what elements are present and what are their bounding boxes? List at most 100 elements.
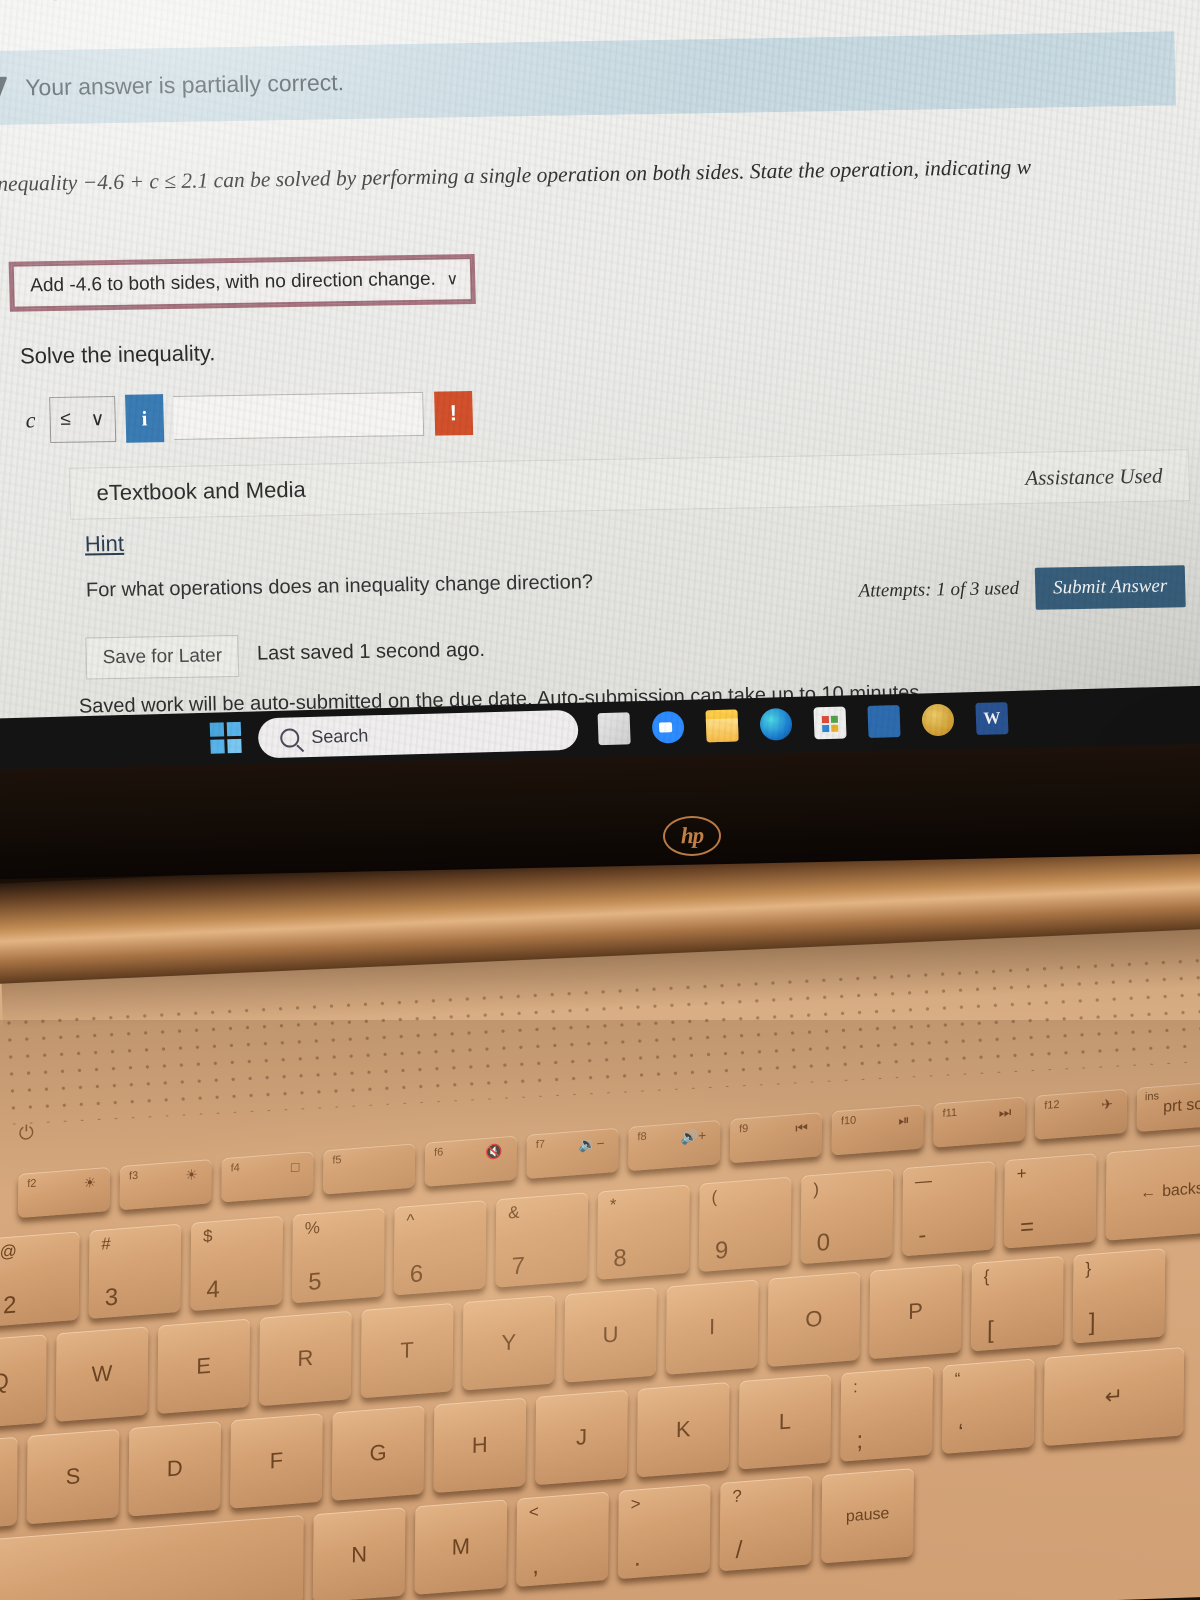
key-o[interactable]: O [767, 1271, 861, 1368]
key-main-label: pause [845, 1505, 890, 1526]
windows-start-icon[interactable] [209, 721, 245, 757]
key-shift-label: @ [0, 1241, 17, 1262]
backspace-icon: ← [1140, 1183, 1157, 1202]
mute-key[interactable]: f6 🔇 [424, 1135, 517, 1187]
key-m[interactable]: M [414, 1499, 508, 1595]
key-2[interactable]: @ 2 [0, 1231, 80, 1327]
key-shift-label: > [630, 1494, 641, 1514]
key-w[interactable]: W [55, 1326, 149, 1422]
key-quote[interactable]: “ ‘ [941, 1358, 1035, 1454]
brightness-down-key[interactable]: f2 ☀ [17, 1166, 111, 1219]
key-period[interactable]: > . [617, 1483, 711, 1580]
key-spacebar-left[interactable] [0, 1515, 304, 1600]
key-n[interactable]: N [312, 1507, 406, 1600]
key-shift-label: “ [954, 1369, 961, 1389]
key-shift-label: & [508, 1202, 520, 1223]
next-track-icon: ⏭ [998, 1103, 1012, 1121]
key-a[interactable]: A [0, 1436, 18, 1533]
play-pause-key[interactable]: f10 ⏯ [831, 1104, 924, 1156]
key-fn-label: f3 [128, 1169, 139, 1183]
key-e[interactable]: E [157, 1318, 251, 1414]
key-fn-label: f2 [27, 1177, 37, 1191]
next-track-key[interactable]: f11 ⏭ [933, 1096, 1026, 1148]
key-minus[interactable]: — - [902, 1160, 995, 1257]
blue-app-icon[interactable] [867, 705, 901, 738]
key-0[interactable]: ) 0 [800, 1168, 894, 1265]
airplane-mode-key[interactable]: f12 ✈ [1034, 1088, 1128, 1140]
etextbook-bar[interactable]: eTextbook and Media Assistance Used [68, 449, 1191, 520]
key-comma[interactable]: < , [516, 1491, 609, 1587]
f5-key[interactable]: f5 [323, 1143, 416, 1195]
key-main-label: / [735, 1536, 743, 1565]
save-for-later-button[interactable]: Save for Later [85, 634, 240, 680]
key-main-label: 6 [409, 1260, 424, 1289]
key-r[interactable]: R [259, 1310, 352, 1407]
key-right-bracket[interactable]: } ] [1072, 1248, 1166, 1344]
relation-value: ≤ [60, 408, 72, 430]
key-4[interactable]: $ 4 [190, 1215, 283, 1312]
save-row: Save for Later Last saved 1 second ago. [85, 631, 485, 680]
key-main-label: 2 [2, 1291, 17, 1320]
key-shift-label: ? [732, 1486, 742, 1507]
microsoft-store-icon[interactable] [813, 706, 847, 740]
enter-key[interactable]: ↵ [1043, 1346, 1185, 1447]
key-5[interactable]: % 5 [292, 1207, 385, 1304]
assistance-used-label: Assistance Used [1025, 463, 1163, 490]
widgets-icon[interactable] [597, 712, 631, 746]
key-9[interactable]: ( 9 [698, 1176, 792, 1272]
pause-key[interactable]: pause [821, 1468, 914, 1564]
key-p[interactable]: P [869, 1263, 962, 1360]
zoom-icon[interactable] [651, 710, 685, 744]
key-7[interactable]: & 7 [495, 1192, 589, 1288]
key-main-label: - [918, 1221, 927, 1250]
display-switch-key[interactable]: f4 □ [221, 1151, 314, 1203]
file-explorer-icon[interactable] [705, 709, 739, 743]
key-d[interactable]: D [128, 1421, 222, 1517]
key-8[interactable]: * 8 [597, 1184, 690, 1280]
key-q[interactable]: Q [0, 1334, 47, 1430]
print-screen-key[interactable]: ins prt sc [1136, 1080, 1200, 1132]
key-f[interactable]: F [230, 1413, 323, 1509]
backspace-key[interactable]: ← backspa [1105, 1140, 1200, 1241]
operation-select[interactable]: Add -4.6 to both sides, with no directio… [11, 257, 473, 309]
edge-browser-icon[interactable] [759, 707, 793, 741]
key-k[interactable]: K [636, 1381, 730, 1478]
key-main-label: [ [986, 1316, 994, 1345]
key-3[interactable]: # 3 [88, 1223, 182, 1319]
key-j[interactable]: J [535, 1389, 628, 1486]
key-shift-label: # [101, 1233, 111, 1254]
key-fn-label: f4 [230, 1161, 240, 1175]
solve-instruction: Solve the inequality. [19, 340, 216, 369]
key-t[interactable]: T [360, 1302, 454, 1399]
volume-down-key[interactable]: f7 🔉− [526, 1127, 619, 1179]
submit-answer-button[interactable]: Submit Answer [1034, 565, 1186, 610]
key-shift-label: ) [813, 1179, 820, 1200]
brightness-up-key[interactable]: f3 ☀ [119, 1159, 212, 1211]
key-u[interactable]: U [564, 1287, 657, 1383]
question-text: The inequality −4.6 + c ≤ 2.1 can be sol… [0, 154, 1032, 197]
key-left-bracket[interactable]: { [ [970, 1255, 1064, 1352]
info-icon[interactable]: i [124, 394, 165, 443]
hint-link[interactable]: Hint [85, 531, 125, 558]
key-l[interactable]: L [738, 1374, 832, 1470]
relation-select[interactable]: ≤ ∨ [48, 395, 117, 444]
key-i[interactable]: I [665, 1279, 759, 1375]
gold-app-icon[interactable] [921, 703, 955, 737]
search-input[interactable]: Search [257, 709, 579, 759]
key-y[interactable]: Y [462, 1295, 556, 1391]
key-semicolon[interactable]: : ; [840, 1366, 933, 1462]
keyboard: ⏻ f2 ☀ f3 ☀ f4 □ f5 f6 🔇 f7 🔉− f8 🔊+ f9 … [0, 961, 1200, 1600]
key-slash[interactable]: ? / [719, 1475, 813, 1572]
key-s[interactable]: S [26, 1428, 120, 1525]
key-equals[interactable]: + = [1003, 1153, 1097, 1249]
power-icon[interactable]: ⏻ [19, 1123, 34, 1146]
volume-up-key[interactable]: f8 🔊+ [628, 1119, 721, 1172]
answer-input[interactable] [172, 391, 424, 441]
key-6[interactable]: ^ 6 [393, 1200, 487, 1296]
word-icon[interactable]: W [975, 702, 1009, 735]
key-h[interactable]: H [433, 1397, 527, 1494]
previous-track-key[interactable]: f9 ⏮ [729, 1112, 823, 1164]
etextbook-label: eTextbook and Media [96, 476, 306, 506]
chevron-down-icon: ∨ [446, 271, 459, 289]
key-g[interactable]: G [331, 1405, 425, 1501]
